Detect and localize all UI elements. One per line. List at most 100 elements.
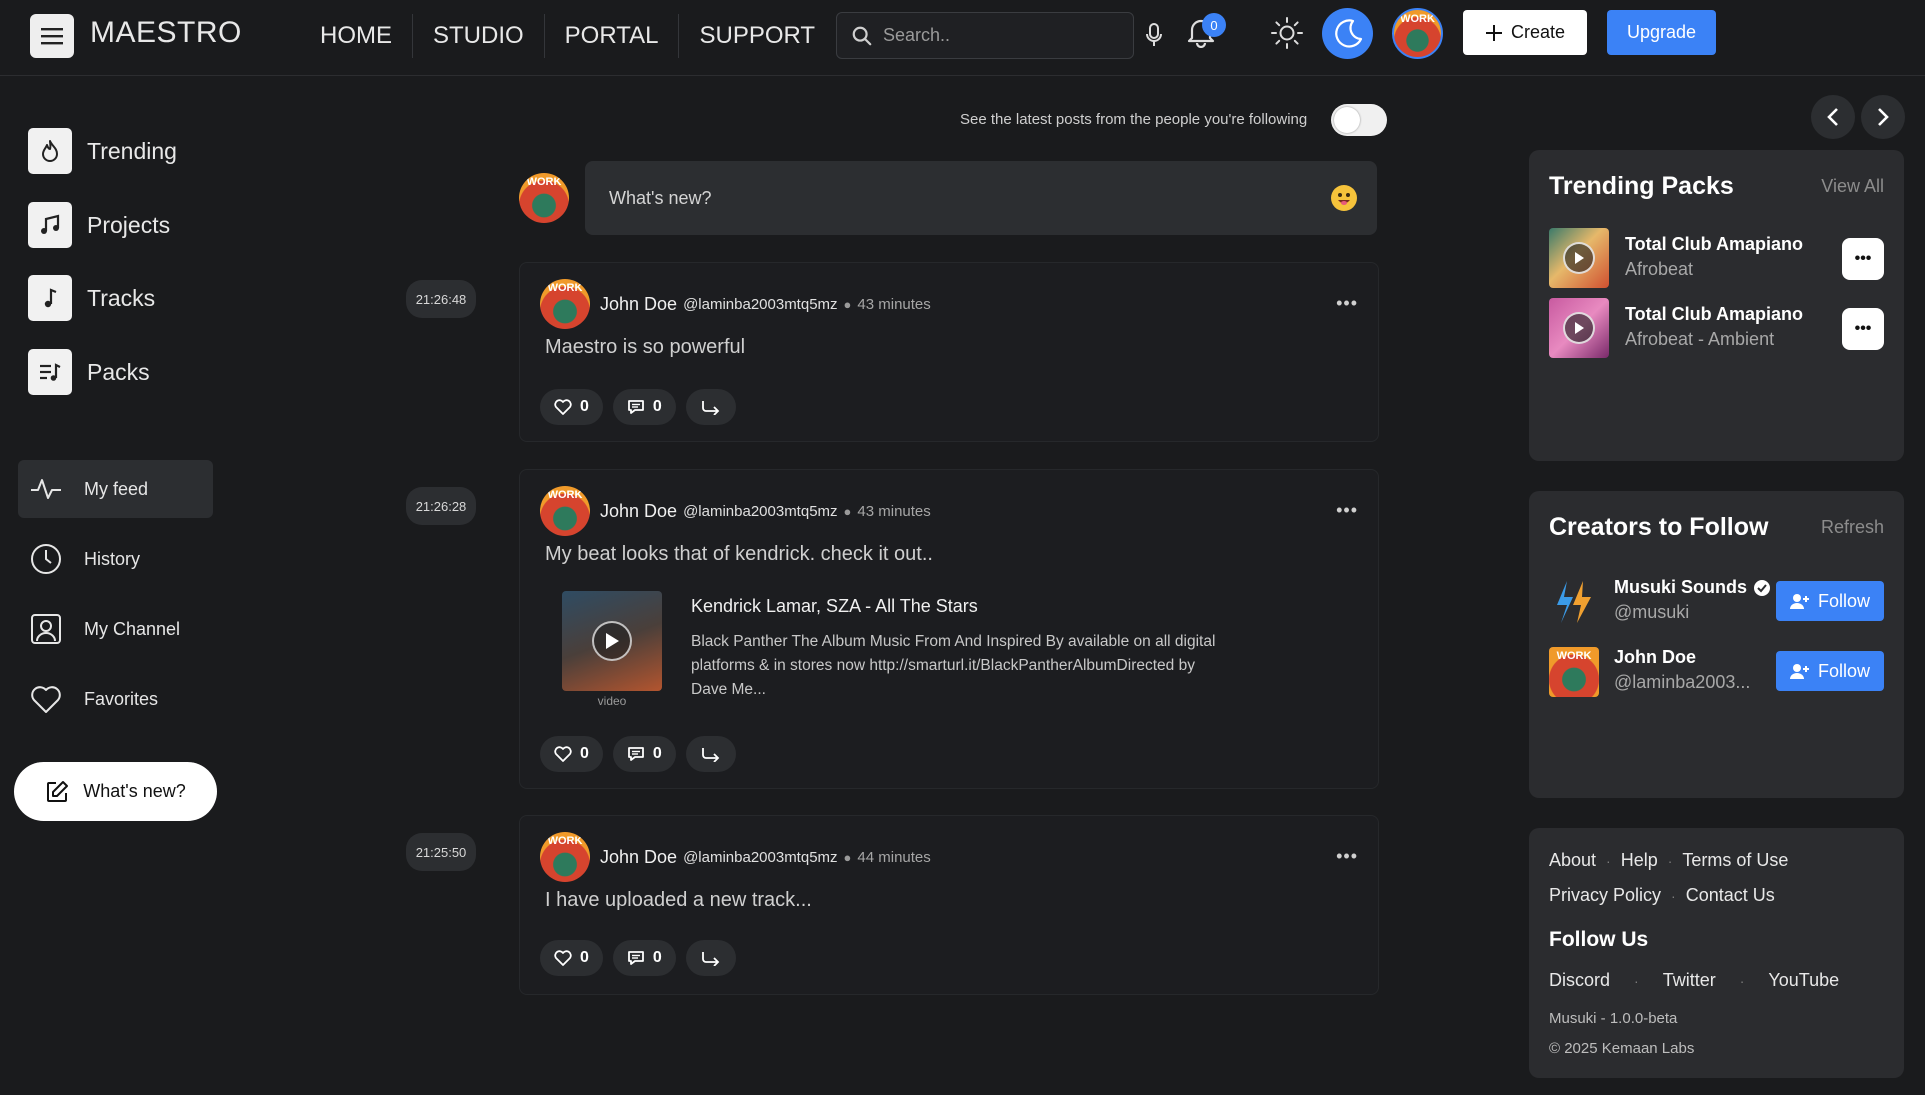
post-actions: 0 0 (540, 736, 736, 772)
nav-home[interactable]: HOME (300, 14, 413, 58)
like-button[interactable]: 0 (540, 736, 603, 772)
create-button[interactable]: Create (1463, 10, 1587, 55)
post-time: 44 minutes (857, 848, 931, 866)
privacy-link[interactable]: Privacy Policy (1549, 885, 1661, 906)
next-arrow-button[interactable] (1861, 95, 1905, 139)
follow-button[interactable]: Follow (1776, 581, 1884, 621)
user-avatar[interactable]: WORK (1392, 8, 1443, 59)
comment-button[interactable]: 0 (612, 389, 676, 425)
more-options-icon[interactable]: ••• (1842, 308, 1884, 350)
sidebar-item-trending[interactable]: Trending (28, 128, 177, 174)
post-avatar[interactable]: WORK (540, 832, 590, 882)
pack-thumbnail[interactable] (1549, 298, 1609, 358)
sidebar-item-label: History (84, 548, 141, 569)
separator: · (1667, 852, 1673, 869)
follow-button[interactable]: Follow (1776, 651, 1884, 691)
play-icon[interactable] (1563, 312, 1595, 344)
sidebar-item-tracks[interactable]: Tracks (28, 275, 155, 321)
more-options-icon[interactable]: ••• (1336, 293, 1358, 314)
like-button[interactable]: 0 (540, 389, 603, 425)
sidebar-item-label: Projects (87, 211, 171, 238)
discord-link[interactable]: Discord (1549, 970, 1610, 991)
prev-arrow-button[interactable] (1811, 95, 1855, 139)
creator-name-row: John Doe (1614, 647, 1696, 668)
music-note-icon (28, 275, 72, 321)
about-link[interactable]: About (1549, 850, 1596, 871)
sidebar-item-packs[interactable]: Packs (28, 349, 150, 395)
user-plus-icon (1789, 594, 1809, 609)
terms-link[interactable]: Terms of Use (1682, 850, 1788, 871)
light-mode-button[interactable] (1270, 16, 1304, 55)
post-avatar[interactable]: WORK (540, 486, 590, 536)
help-link[interactable]: Help (1621, 850, 1658, 871)
app-logo[interactable]: MAESTRO (90, 16, 242, 50)
like-count: 0 (580, 745, 589, 762)
creator-avatar[interactable]: WORK (1549, 647, 1599, 697)
creator-handle: @laminba2003... (1614, 672, 1751, 692)
mic-button[interactable] (1144, 22, 1164, 53)
search-box (836, 12, 1134, 59)
view-all-link[interactable]: View All (1821, 176, 1884, 197)
musuki-logo-icon[interactable] (1549, 577, 1599, 627)
follow-label: Follow (1817, 660, 1870, 681)
compose-input[interactable]: What's new? (585, 161, 1377, 235)
media-title[interactable]: Kendrick Lamar, SZA - All The Stars (691, 596, 978, 617)
pack-item[interactable]: Total Club Amapiano Afrobeat ••• (1549, 228, 1884, 288)
separator-dot: ● (843, 296, 852, 312)
creator-name[interactable]: John Doe (1614, 647, 1696, 668)
media-embed[interactable]: video Kendrick Lamar, SZA - All The Star… (560, 588, 1345, 718)
nav-support[interactable]: SUPPORT (679, 14, 835, 58)
creator-handle: @musuki (1614, 602, 1690, 622)
post-author[interactable]: John Doe (600, 847, 677, 868)
whats-new-button[interactable]: What's new? (14, 762, 217, 821)
play-icon[interactable] (592, 621, 632, 661)
share-button[interactable] (685, 389, 736, 425)
post-author[interactable]: John Doe (600, 501, 677, 522)
like-count: 0 (580, 949, 589, 966)
sidebar-item-label: Trending (87, 137, 177, 164)
search-input[interactable] (883, 25, 1113, 46)
more-options-icon[interactable]: ••• (1336, 500, 1358, 521)
post-handle[interactable]: @laminba2003mtq5mz (683, 849, 837, 866)
following-toggle[interactable] (1331, 104, 1387, 136)
sidebar-item-my-channel[interactable]: My Channel (18, 600, 213, 658)
sidebar-item-my-feed[interactable]: My feed (18, 460, 213, 518)
more-options-icon[interactable]: ••• (1336, 846, 1358, 867)
post-handle[interactable]: @laminba2003mtq5mz (683, 296, 837, 313)
post-avatar[interactable]: WORK (540, 279, 590, 329)
comment-button[interactable]: 0 (612, 940, 676, 976)
refresh-link[interactable]: Refresh (1821, 517, 1884, 538)
separator: · (1606, 852, 1611, 869)
creator-item[interactable]: WORK John Doe @laminba2003... Follow (1549, 645, 1884, 699)
upgrade-button[interactable]: Upgrade (1607, 10, 1716, 55)
dark-mode-button[interactable] (1322, 8, 1373, 59)
creator-name[interactable]: Musuki Sounds (1614, 577, 1747, 598)
like-button[interactable]: 0 (540, 940, 603, 976)
chevron-left-icon (1827, 108, 1838, 126)
twitter-link[interactable]: Twitter (1663, 970, 1716, 991)
creator-item[interactable]: Musuki Sounds @musuki Follow (1549, 575, 1884, 629)
nav-portal[interactable]: PORTAL (545, 14, 680, 58)
comment-button[interactable]: 0 (612, 736, 676, 772)
pack-title[interactable]: Total Club Amapiano (1625, 234, 1803, 255)
youtube-link[interactable]: YouTube (1768, 970, 1839, 991)
emoji-icon[interactable] (1331, 185, 1357, 211)
post-header: WORK John Doe @laminba2003mtq5mz ● 43 mi… (540, 279, 931, 329)
pack-title[interactable]: Total Club Amapiano (1625, 304, 1803, 325)
more-options-icon[interactable]: ••• (1842, 238, 1884, 280)
play-icon[interactable] (1563, 242, 1595, 274)
pack-item[interactable]: Total Club Amapiano Afrobeat - Ambient •… (1549, 298, 1884, 358)
video-thumbnail[interactable] (562, 591, 662, 691)
pack-thumbnail[interactable] (1549, 228, 1609, 288)
post-author[interactable]: John Doe (600, 294, 677, 315)
sidebar-item-history[interactable]: History (18, 530, 213, 588)
share-button[interactable] (685, 940, 736, 976)
contact-link[interactable]: Contact Us (1686, 885, 1775, 906)
share-button[interactable] (685, 736, 736, 772)
post-handle[interactable]: @laminba2003mtq5mz (683, 503, 837, 520)
post-text: I have uploaded a new track... (545, 889, 812, 911)
sidebar-item-favorites[interactable]: Favorites (18, 670, 213, 728)
menu-button[interactable] (30, 14, 74, 58)
sidebar-item-projects[interactable]: Projects (28, 202, 170, 248)
nav-studio[interactable]: STUDIO (413, 14, 545, 58)
